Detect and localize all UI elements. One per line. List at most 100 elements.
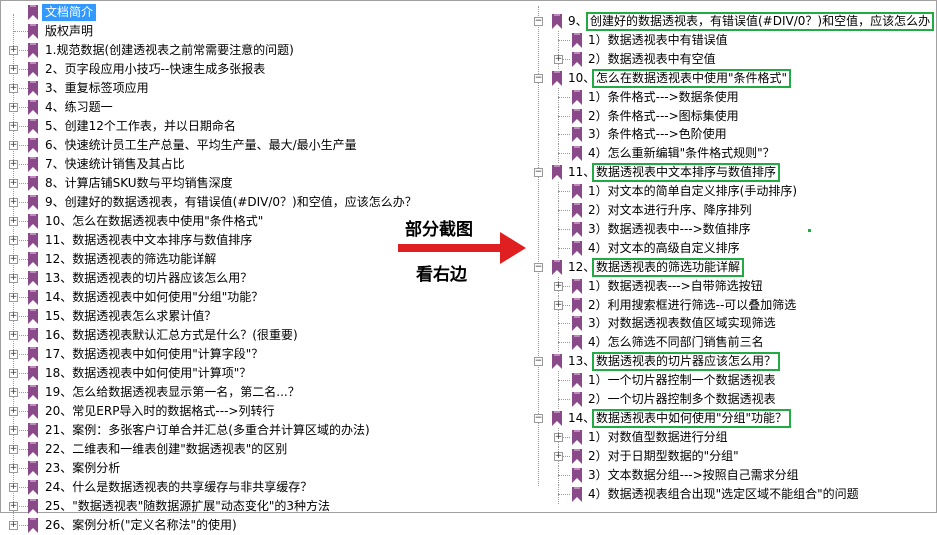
expand-toggle-icon[interactable]: + (9, 312, 18, 321)
tree-subitem[interactable]: 4）怎么筛选不同部门销售前三名 (530, 333, 930, 353)
tree-item[interactable]: +22、二维表和一维表创建"数据透视表"的区别 (0, 440, 510, 459)
expand-toggle-icon[interactable]: + (554, 281, 563, 291)
tree-subitem[interactable]: 3）数据透视表中--->数值排序 (530, 219, 930, 239)
tree-subitem[interactable]: 2）条件格式--->图标集使用 (530, 106, 930, 126)
expand-toggle-icon[interactable]: + (9, 521, 18, 530)
collapse-toggle-icon[interactable]: − (534, 262, 543, 272)
tree-subitem[interactable]: +2）数据透视表中有空值 (530, 49, 930, 69)
bookmark-icon (28, 271, 38, 286)
tree-section[interactable]: −10、 怎么在数据透视表中使用"条件格式" (530, 68, 930, 88)
expand-toggle-icon[interactable]: + (554, 54, 563, 64)
expand-toggle-icon[interactable]: + (9, 407, 18, 416)
tree-section[interactable]: −13、 数据透视表的切片器应该怎么用？ (530, 352, 930, 372)
tree-subitem[interactable]: 3）文本数据分组--->按照自己需求分组 (530, 465, 930, 485)
collapse-toggle-icon[interactable]: − (534, 73, 543, 83)
tree-subitem[interactable]: 2）一个切片器控制多个数据透视表 (530, 390, 930, 409)
expand-toggle-icon[interactable]: + (9, 350, 18, 359)
tree-item[interactable]: +18、数据透视表中如何使用"计算项"？ (0, 364, 510, 383)
tree-item[interactable]: +2、页字段应用小技巧--快速生成多张报表 (0, 60, 510, 79)
tree-item[interactable]: +6、快速统计员工生产总量、平均生产量、最大/最小生产量 (0, 136, 510, 155)
tree-item[interactable]: +21、案例：多张客户订单合并汇总(多重合并计算区域的办法) (0, 421, 510, 440)
tree-section[interactable]: −14、 数据透视表中如何使用"分组"功能？ (530, 408, 930, 428)
expand-toggle-icon[interactable]: + (9, 464, 18, 473)
tree-item[interactable]: +5、创建12个工作表，并以日期命名 (0, 117, 510, 136)
collapse-toggle-icon[interactable]: − (534, 17, 543, 26)
tree-item[interactable]: +9、创建好的数据透视表，有错误值(#DIV/0？)和空值，应该怎么办？ (0, 193, 510, 212)
expand-toggle-icon[interactable]: + (9, 236, 18, 245)
bookmark-icon (28, 233, 38, 248)
expand-toggle-icon[interactable]: + (9, 426, 18, 435)
expand-toggle-icon[interactable]: + (554, 300, 563, 310)
bookmark-icon (572, 51, 582, 67)
tree-item[interactable]: +7、快速统计销售及其占比 (0, 155, 510, 174)
subitem-label: 1）数据透视表中有错误值 (588, 32, 728, 47)
collapse-toggle-icon[interactable]: − (534, 357, 543, 367)
bookmark-icon (28, 385, 38, 400)
tree-branch-line (558, 134, 570, 136)
tree-subitem[interactable]: +2）利用搜索框进行筛选--可以叠加筛选 (530, 295, 930, 315)
tree-item[interactable]: +25、"数据透视表"随数据源扩展"动态变化"的3种方法 (0, 497, 510, 516)
collapse-toggle-icon[interactable]: − (534, 413, 543, 423)
tree-subitem[interactable]: 3）条件格式--->色阶使用 (530, 125, 930, 145)
tree-subitem[interactable]: +1）对数值型数据进行分组 (530, 427, 930, 447)
expand-toggle-icon[interactable]: + (9, 122, 18, 131)
tree-item[interactable]: +3、重复标签项应用 (0, 79, 510, 98)
tree-item[interactable]: +16、数据透视表默认汇总方式是什么？(很重要) (0, 326, 510, 345)
tree-subitem[interactable]: 4）对文本的高级自定义排序 (530, 238, 930, 258)
expand-toggle-icon[interactable]: + (9, 84, 18, 93)
tree-root[interactable]: 文档简介 (0, 3, 500, 22)
expand-toggle-icon[interactable]: + (9, 103, 18, 112)
tree-subitem[interactable]: 3）对数据透视表数值区域实现筛选 (530, 314, 930, 334)
expand-toggle-icon[interactable]: + (9, 369, 18, 378)
tree-subitem[interactable]: 1）数据透视表中有错误值 (530, 30, 930, 50)
tree-section[interactable]: −12、 数据透视表的筛选功能详解 (530, 257, 930, 277)
expand-toggle-icon[interactable]: + (9, 255, 18, 264)
expand-toggle-icon[interactable]: + (9, 179, 18, 188)
bookmark-icon (572, 203, 582, 218)
tree-item[interactable]: 版权声明 (0, 22, 510, 41)
tree-subitem[interactable]: 4）数据透视表组合出现"选定区域不能组合"的问题 (530, 484, 930, 504)
expand-toggle-icon[interactable]: + (9, 65, 18, 74)
expand-toggle-icon[interactable]: + (554, 432, 563, 442)
tree-item[interactable]: +1.规范数据(创建透视表之前常需要注意的问题) (0, 41, 510, 60)
tree-subitem[interactable]: +2）对于日期型数据的"分组" (530, 446, 930, 466)
expand-toggle-icon[interactable]: + (9, 141, 18, 150)
tree-item[interactable]: +23、案例分析 (0, 459, 510, 478)
collapse-toggle-icon[interactable]: − (534, 168, 543, 178)
tree-subitem[interactable]: 2）对文本进行升序、降序排列 (530, 201, 930, 220)
tree-subitem[interactable]: 1）一个切片器控制一个数据透视表 (530, 371, 930, 391)
tree-item-label: 6、快速统计员工生产总量、平均生产量、最大/最小生产量 (45, 138, 357, 152)
tree-item[interactable]: +17、数据透视表中如何使用"计算字段"？ (0, 345, 510, 364)
expand-toggle-icon[interactable]: + (554, 451, 563, 461)
expand-toggle-icon[interactable]: + (9, 274, 18, 283)
tree-subitem[interactable]: 1）对文本的简单自定义排序(手动排序) (530, 182, 930, 202)
expand-toggle-icon[interactable]: + (9, 293, 18, 302)
tree-section[interactable]: − 9、 创建好的数据透视表，有错误值(#DIV/0？)和空值，应该怎么办 (530, 12, 935, 31)
tree-item[interactable]: +14、数据透视表中如何使用"分组"功能？ (0, 288, 510, 307)
expand-toggle-icon[interactable]: + (9, 502, 18, 511)
tree-item-label: 26、案例分析("定义名称法"的使用) (45, 518, 237, 532)
expand-toggle-icon[interactable]: + (9, 160, 18, 169)
expand-toggle-icon[interactable]: + (9, 46, 18, 55)
tree-item[interactable]: +26、案例分析("定义名称法"的使用) (0, 516, 510, 535)
tree-item[interactable]: +15、数据透视表怎么求累计值？ (0, 307, 510, 326)
tree-item[interactable]: +4、练习题一 (0, 98, 510, 117)
bookmark-icon (28, 195, 38, 210)
bookmark-icon (28, 328, 38, 343)
tree-item[interactable]: +24、什么是数据透视表的共享缓存与非共享缓存？ (0, 478, 510, 497)
tree-subitem[interactable]: 4）怎么重新编辑"条件格式规则"？ (530, 144, 930, 164)
tree-section[interactable]: −11、 数据透视表中文本排序与数值排序 (530, 163, 930, 183)
tree-subitem[interactable]: +1）数据透视表--->自带筛选按钮 (530, 276, 930, 296)
tree-item[interactable]: +20、常见ERP导入时的数据格式--->列转行 (0, 402, 510, 421)
expand-toggle-icon[interactable]: + (9, 483, 18, 492)
expand-toggle-icon[interactable]: + (9, 388, 18, 397)
subitem-label: 1）对数值型数据进行分组 (588, 429, 728, 444)
tree-subitem[interactable]: 1）条件格式--->数据条使用 (530, 87, 930, 107)
expand-toggle-icon[interactable]: + (9, 331, 18, 340)
tree-branch-line (558, 474, 570, 476)
expand-toggle-icon[interactable]: + (9, 445, 18, 454)
tree-item[interactable]: +19、怎么给数据透视表显示第一名，第二名...？ (0, 383, 510, 402)
tree-item[interactable]: +8、计算店铺SKU数与平均销售深度 (0, 174, 510, 193)
expand-toggle-icon[interactable]: + (9, 198, 18, 207)
expand-toggle-icon[interactable]: + (9, 217, 18, 226)
